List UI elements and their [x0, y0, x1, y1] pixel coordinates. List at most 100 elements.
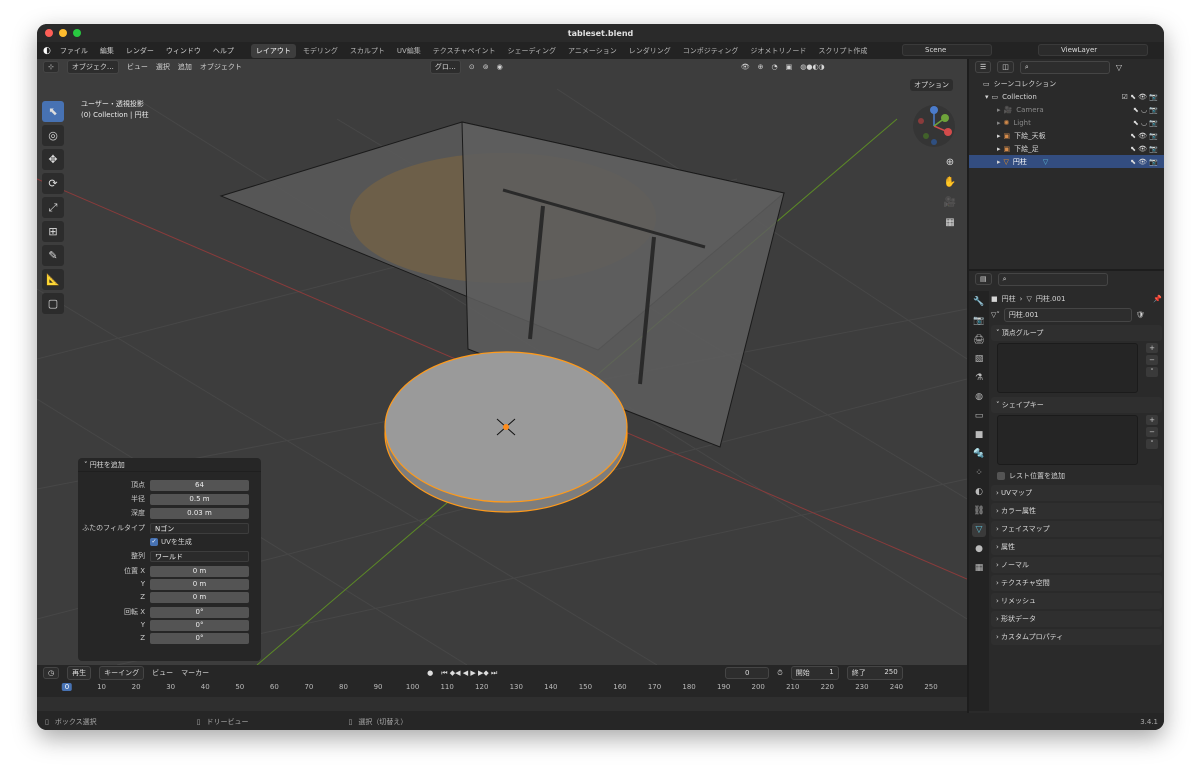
- menu-help[interactable]: ヘルプ: [210, 44, 237, 58]
- tab-modeling[interactable]: モデリング: [298, 44, 343, 58]
- pivot-icon[interactable]: ⊙: [469, 63, 475, 71]
- add-icon[interactable]: +: [1146, 343, 1158, 353]
- timeline-editor-icon[interactable]: ◷: [43, 667, 60, 679]
- tab-shading[interactable]: シェーディング: [503, 44, 562, 58]
- xray-icon[interactable]: ▣: [786, 63, 793, 71]
- object-tab-icon[interactable]: ■: [972, 428, 986, 442]
- measure-tool-icon[interactable]: 📐: [42, 269, 64, 290]
- outliner-search[interactable]: ⌕: [1019, 60, 1110, 74]
- tab-sculpt[interactable]: スカルプト: [345, 44, 390, 58]
- timeline-track[interactable]: [37, 697, 967, 711]
- vertex-groups-panel-header[interactable]: ˅ 頂点グループ: [991, 325, 1162, 341]
- fake-user-icon[interactable]: 🛡: [1136, 311, 1145, 319]
- menu-window[interactable]: ウィンドウ: [163, 44, 204, 58]
- remesh-panel[interactable]: › リメッシュ: [991, 593, 1162, 609]
- shape-keys-panel-header[interactable]: ˅ シェイプキー: [991, 397, 1162, 413]
- render-tab-icon[interactable]: 📷: [972, 314, 986, 328]
- world-tab-icon[interactable]: ◍: [972, 390, 986, 404]
- chevron-down-icon[interactable]: ˅: [1146, 367, 1158, 377]
- minimize-button[interactable]: [59, 29, 67, 37]
- outliner-collection[interactable]: ▾ ▭ Collection ☑ ⬉ 👁 📷: [969, 90, 1164, 103]
- menu-file[interactable]: ファイル: [57, 44, 91, 58]
- scene-tab-icon[interactable]: ⚗: [972, 371, 986, 385]
- face-maps-panel[interactable]: › フェイスマップ: [991, 521, 1162, 537]
- pin-icon[interactable]: 📌: [1153, 295, 1162, 303]
- close-button[interactable]: [45, 29, 53, 37]
- operator-title[interactable]: ˅ 円柱を追加: [78, 458, 261, 472]
- view-layer-selector[interactable]: ViewLayer: [1038, 44, 1148, 56]
- location-z-field[interactable]: 0 m: [150, 591, 249, 603]
- rotation-y-field[interactable]: 0°: [150, 619, 249, 631]
- item-toggles[interactable]: ⬉ 👁 📷: [1130, 158, 1158, 166]
- properties-search[interactable]: ⌕: [997, 272, 1108, 286]
- scale-tool-icon[interactable]: ⤢: [42, 197, 64, 218]
- orientation-selector[interactable]: グロ…: [429, 60, 461, 74]
- editor-type-selector[interactable]: ⊹: [43, 61, 59, 73]
- texture-tab-icon[interactable]: ▦: [972, 561, 986, 575]
- mesh-browse-icon[interactable]: ▽˅: [991, 311, 1000, 319]
- rotation-x-field[interactable]: 0°: [150, 606, 249, 618]
- transform-tool-icon[interactable]: ⊞: [42, 221, 64, 242]
- tab-uv-edit[interactable]: UV編集: [392, 44, 426, 58]
- constraints-tab-icon[interactable]: ⛓: [972, 504, 986, 518]
- rotate-tool-icon[interactable]: ⟳: [42, 173, 64, 194]
- camera-view-icon[interactable]: 🎥: [941, 194, 959, 211]
- move-tool-icon[interactable]: ✥: [42, 149, 64, 170]
- start-frame-field[interactable]: 開始 1: [790, 666, 839, 680]
- vertices-field[interactable]: 64: [150, 479, 249, 491]
- uv-maps-panel[interactable]: › UVマップ: [991, 485, 1162, 501]
- viewport-menu-view[interactable]: ビュー: [127, 62, 148, 72]
- remove-icon[interactable]: −: [1146, 355, 1158, 365]
- material-tab-icon[interactable]: ●: [972, 542, 986, 556]
- outliner-display-mode-icon[interactable]: ◫: [997, 61, 1014, 73]
- end-frame-field[interactable]: 終了 250: [846, 666, 903, 680]
- zoom-button[interactable]: [73, 29, 81, 37]
- vertex-groups-list[interactable]: [997, 343, 1138, 393]
- timeline-menu-keying[interactable]: キーイング: [99, 666, 145, 680]
- location-x-field[interactable]: 0 m: [150, 565, 249, 577]
- relative-checkbox[interactable]: [997, 472, 1005, 480]
- tab-compositing[interactable]: コンポジティング: [678, 44, 744, 58]
- menu-edit[interactable]: 編集: [97, 44, 117, 58]
- blender-logo-icon[interactable]: ◐: [43, 46, 51, 56]
- outliner-item-cylinder[interactable]: ▸ ▽ 円柱 ▽ ⬉ 👁 📷: [969, 155, 1164, 168]
- tab-scripting[interactable]: スクリプト作成: [813, 44, 872, 58]
- outliner-scene-collection[interactable]: ▭ シーンコレクション: [969, 77, 1164, 90]
- overlay-icon[interactable]: ◔: [772, 63, 778, 71]
- zoom-icon[interactable]: ⊕: [941, 154, 959, 171]
- outliner-item-camera[interactable]: ▸ 🎥 Camera ⬉ ◡ 📷: [969, 103, 1164, 116]
- rotation-z-field[interactable]: 0°: [150, 632, 249, 644]
- radius-field[interactable]: 0.5 m: [150, 493, 249, 505]
- viewport-menu-select[interactable]: 選択: [156, 62, 170, 72]
- timeline-menu-marker[interactable]: マーカー: [181, 668, 209, 678]
- geometry-data-panel[interactable]: › 形状データ: [991, 611, 1162, 627]
- filter-icon[interactable]: ▽: [1116, 63, 1122, 72]
- timeline-menu-playback[interactable]: 再生: [67, 666, 92, 680]
- mode-selector[interactable]: オブジェク…: [66, 60, 119, 74]
- gizmo-toggle-icon[interactable]: ⊕: [758, 63, 764, 71]
- cap-fill-dropdown[interactable]: Nゴン: [150, 522, 249, 534]
- outliner-item-ref-tabletop[interactable]: ▸ ▣ 下絵_天板 ⬉ 👁 📷: [969, 129, 1164, 142]
- tab-layout[interactable]: レイアウト: [250, 43, 296, 58]
- chevron-down-icon[interactable]: ˅: [1146, 439, 1158, 449]
- color-attributes-panel[interactable]: › カラー属性: [991, 503, 1162, 519]
- modifier-tab-icon[interactable]: 🔩: [972, 447, 986, 461]
- particles-tab-icon[interactable]: ⁘: [972, 466, 986, 480]
- proportional-icon[interactable]: ◉: [497, 63, 503, 71]
- outliner-item-ref-legs[interactable]: ▸ ▣ 下絵_足 ⬉ 👁 📷: [969, 142, 1164, 155]
- viewport-menu-add[interactable]: 追加: [178, 62, 192, 72]
- outliner-item-light[interactable]: ▸ ✺ Light ⬉ ◡ 📷: [969, 116, 1164, 129]
- shading-modes-icon[interactable]: ◍●◐◑: [800, 63, 824, 71]
- tab-animation[interactable]: アニメーション: [563, 44, 622, 58]
- add-cube-tool-icon[interactable]: ▢: [42, 293, 64, 314]
- collection-tab-icon[interactable]: ▭: [972, 409, 986, 423]
- attributes-panel[interactable]: › 属性: [991, 539, 1162, 555]
- viewport-menu-object[interactable]: オブジェクト: [200, 62, 242, 72]
- record-icon[interactable]: ●: [427, 669, 433, 677]
- tab-texture-paint[interactable]: テクスチャペイント: [428, 44, 501, 58]
- cursor-tool-icon[interactable]: ◎: [42, 125, 64, 146]
- collection-toggles[interactable]: ☑ ⬉ 👁 📷: [1122, 93, 1158, 101]
- shape-keys-list[interactable]: [997, 415, 1138, 465]
- options-dropdown[interactable]: オプション: [910, 79, 953, 91]
- select-tool-icon[interactable]: ⬉: [42, 101, 64, 122]
